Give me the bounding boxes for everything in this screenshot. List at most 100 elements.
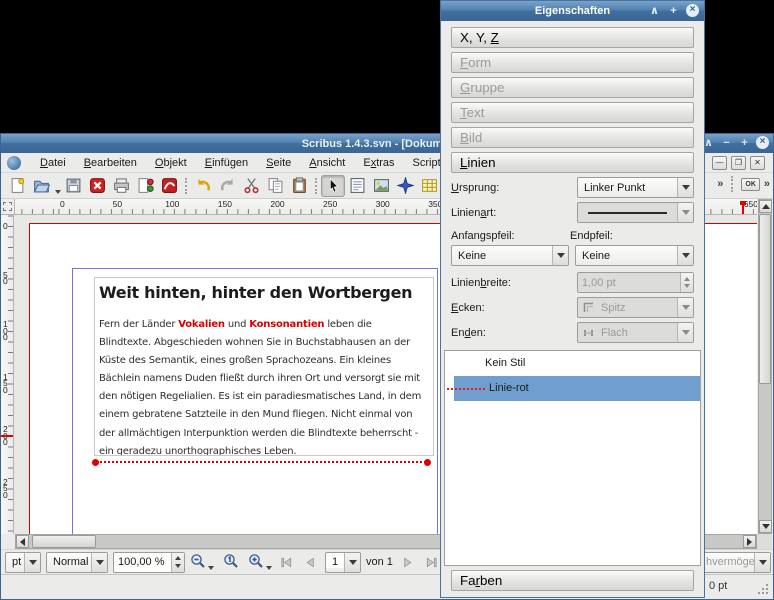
shade-panel-icon[interactable]: ∧ xyxy=(648,4,661,17)
panel-titlebar[interactable]: Eigenschaften ∧ + × xyxy=(441,1,704,21)
insert-image-frame-icon[interactable] xyxy=(369,175,393,197)
section-linien[interactable]: Linien xyxy=(451,152,694,173)
ruler-label: 0 xyxy=(3,223,8,230)
resize-grip[interactable] xyxy=(757,583,769,595)
close-panel-icon[interactable]: × xyxy=(686,4,699,17)
insert-render-frame-icon[interactable] xyxy=(393,175,417,197)
flat-cap-icon xyxy=(582,326,595,339)
zoom-out-icon[interactable] xyxy=(190,551,214,573)
body-line: Küste des Semantik, eines großen Spracho… xyxy=(99,352,429,370)
selected-line-object[interactable] xyxy=(95,459,428,466)
ok-toolbar-icon[interactable]: OK xyxy=(741,178,760,191)
menu-datei[interactable]: Datei xyxy=(31,155,75,171)
copy-icon[interactable] xyxy=(263,175,287,197)
menu-bearbeiten[interactable]: Bearbeiten xyxy=(75,155,146,171)
line-style-select xyxy=(577,202,694,223)
chevron-down-icon xyxy=(677,246,693,265)
scroll-down-icon[interactable] xyxy=(759,520,772,533)
line-handle-left[interactable] xyxy=(92,459,99,466)
new-document-icon[interactable] xyxy=(5,175,29,197)
select-item-icon[interactable] xyxy=(321,175,345,197)
insert-table-icon[interactable] xyxy=(417,175,441,197)
cursor-position-marker xyxy=(1,435,14,437)
mdi-minimize-icon[interactable]: — xyxy=(712,156,727,170)
mdi-restore-icon[interactable]: ❐ xyxy=(731,156,746,170)
line-origin-select[interactable]: Linker Punkt xyxy=(577,177,694,198)
desktop: { "colors": { "titlebar_blue": "#4f7fb0"… xyxy=(0,0,774,600)
section-xyz[interactable]: X, Y, Z xyxy=(451,27,694,48)
section-gruppe: Gruppe xyxy=(451,77,694,98)
previous-page-icon[interactable] xyxy=(301,552,320,572)
minimize-window-icon[interactable]: − xyxy=(720,137,733,149)
vertical-scroll-thumb[interactable] xyxy=(759,214,771,384)
zoom-level-spinner[interactable]: 100,00 % xyxy=(113,552,185,573)
next-page-icon[interactable] xyxy=(398,552,417,572)
float-panel-icon[interactable]: + xyxy=(667,5,680,17)
preflight-verifier-icon[interactable] xyxy=(133,175,157,197)
start-arrow-select[interactable]: Keine xyxy=(451,245,569,266)
end-arrow-value: Keine xyxy=(576,250,677,262)
toolbar-overflow-chevron-icon[interactable]: » xyxy=(764,178,770,190)
insert-text-frame-icon[interactable] xyxy=(345,175,369,197)
measurement-readout: 0 pt xyxy=(709,580,727,592)
undo-icon[interactable] xyxy=(191,175,215,197)
ruler-origin-box[interactable] xyxy=(1,199,15,215)
menu-extras[interactable]: Extras xyxy=(354,155,403,171)
menu-einfügen[interactable]: Einfügen xyxy=(196,155,257,171)
pdf-export-icon[interactable] xyxy=(157,175,181,197)
quality-value: Normal xyxy=(47,556,91,568)
vertical-ruler[interactable]: 050100150200250 xyxy=(1,215,14,534)
menu-ansicht[interactable]: Ansicht xyxy=(300,155,354,171)
toolbar-overflow-chevron-icon[interactable]: » xyxy=(717,178,723,190)
body-line: ein geradezu unorthographisches Leben. xyxy=(99,443,429,456)
line-origin-value: Linker Punkt xyxy=(578,182,677,194)
body-line: einem gebratene Satzteile in den Mund fl… xyxy=(99,406,429,424)
scroll-up-icon[interactable] xyxy=(759,200,772,213)
close-window-icon[interactable]: × xyxy=(756,136,769,149)
vision-value: hvermögen xyxy=(700,556,754,568)
print-icon[interactable] xyxy=(109,175,133,197)
chevron-down-icon xyxy=(754,553,770,572)
scroll-left-icon[interactable] xyxy=(16,535,29,548)
horizontal-scroll-thumb[interactable] xyxy=(32,535,96,548)
paste-icon[interactable] xyxy=(287,175,311,197)
vertical-scrollbar[interactable] xyxy=(758,199,772,534)
open-icon[interactable] xyxy=(29,175,53,197)
zoom-in-icon[interactable] xyxy=(248,551,272,573)
page-select[interactable]: 1 xyxy=(325,552,361,573)
line-handle-right[interactable] xyxy=(424,459,431,466)
quality-select[interactable]: Normal xyxy=(46,552,108,573)
vision-preview-select[interactable]: hvermögen xyxy=(699,552,771,573)
ruler-label: 250 xyxy=(323,199,337,209)
chevron-down-icon xyxy=(552,246,568,265)
unit-select[interactable]: pt xyxy=(5,552,41,573)
end-arrow-select[interactable]: Keine xyxy=(575,245,694,266)
cut-icon[interactable] xyxy=(239,175,263,197)
body-line: Blindtexte. Abgeschieden wohnen Sie in B… xyxy=(99,334,429,352)
menu-objekt[interactable]: Objekt xyxy=(146,155,196,171)
redo-icon[interactable] xyxy=(215,175,239,197)
line-width-spinner: 1,00 pt xyxy=(577,272,694,293)
section-form: Form xyxy=(451,52,694,73)
section-text: Text xyxy=(451,102,694,123)
spin-buttons[interactable] xyxy=(171,553,184,572)
zoom-100-icon[interactable] xyxy=(219,551,243,573)
first-page-icon[interactable] xyxy=(277,552,296,572)
mdi-close-icon[interactable]: ✕ xyxy=(750,156,765,170)
last-page-icon[interactable] xyxy=(422,552,441,572)
chevron-down-icon xyxy=(24,553,40,572)
section-farben[interactable]: Farben xyxy=(451,570,694,591)
line-style-item[interactable]: Kein Stil xyxy=(445,351,700,376)
text-frame[interactable]: Weit hinten, hinter den Wortbergen Fern … xyxy=(94,277,434,456)
maximize-window-icon[interactable]: + xyxy=(738,137,751,149)
ruler-label: 50 xyxy=(113,199,122,209)
document-heading: Weit hinten, hinter den Wortbergen xyxy=(99,283,429,302)
close-icon[interactable] xyxy=(85,175,109,197)
save-icon[interactable] xyxy=(61,175,85,197)
toolbar-grip-icon[interactable] xyxy=(731,176,733,192)
line-style-item[interactable]: Linie-rot xyxy=(445,376,700,401)
enden-label: Enden: xyxy=(451,327,571,339)
scroll-right-icon[interactable] xyxy=(743,535,756,548)
miter-join-icon xyxy=(582,301,595,314)
menu-seite[interactable]: Seite xyxy=(257,155,300,171)
